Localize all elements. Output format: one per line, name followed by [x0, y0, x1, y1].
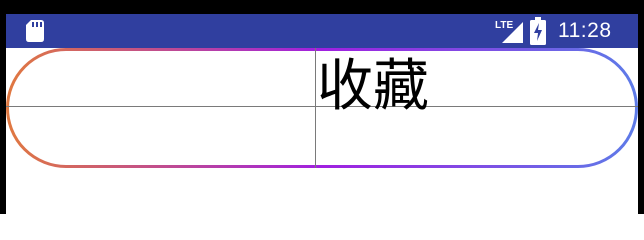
device-screen: LTE 11:28 收藏 — [0, 0, 644, 214]
status-bar: LTE 11:28 — [6, 14, 638, 48]
content-area: 收藏 — [6, 48, 638, 214]
favorite-label: 收藏 — [317, 54, 429, 119]
favorite-pill-button[interactable]: 收藏 — [6, 48, 638, 170]
lte-label: LTE — [495, 20, 513, 31]
lte-signal-icon: LTE — [495, 20, 523, 43]
sd-card-icon — [26, 20, 44, 42]
device-frame-right — [638, 0, 644, 214]
vertical-guide-line — [315, 48, 316, 168]
battery-charging-icon — [530, 17, 546, 45]
status-clock: 11:28 — [558, 19, 612, 42]
device-frame-top — [0, 0, 644, 14]
